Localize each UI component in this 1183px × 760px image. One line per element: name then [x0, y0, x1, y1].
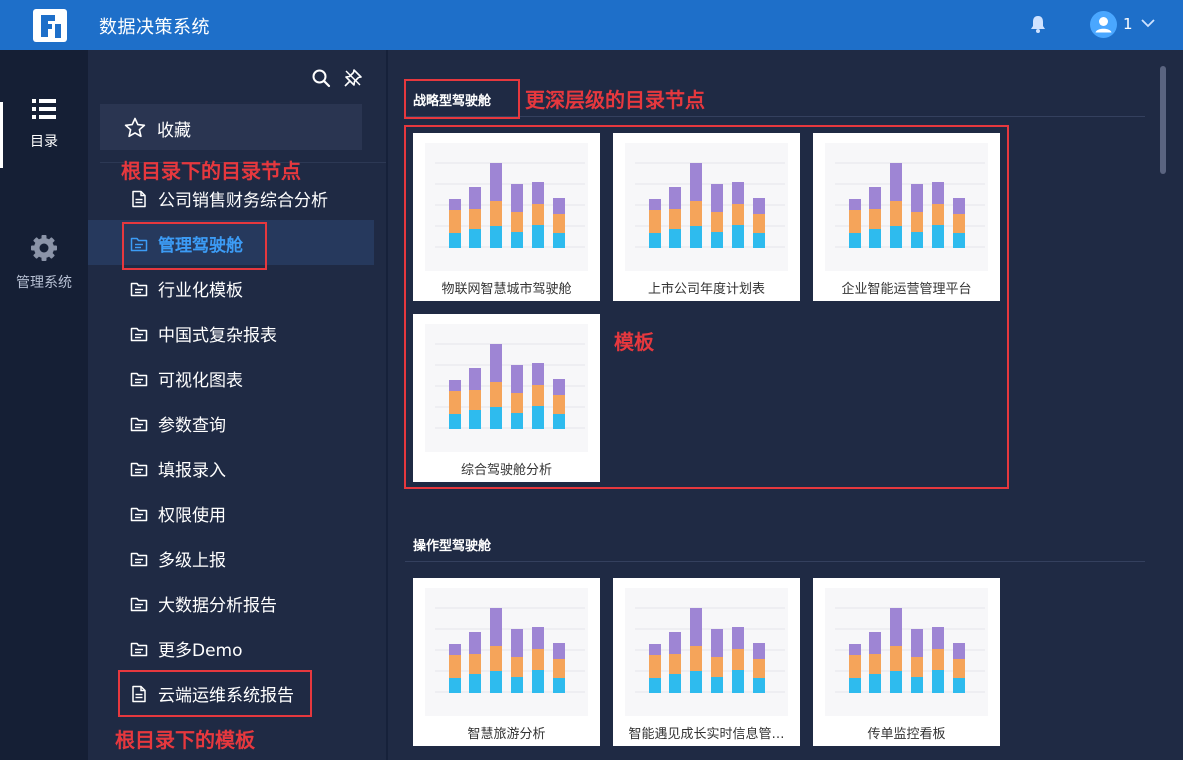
- tree-node-label: 中国式复杂报表: [158, 326, 277, 346]
- tree-node-label: 大数据分析报告: [158, 596, 277, 616]
- folder-icon: [130, 370, 148, 388]
- annotation-label: 模板: [614, 330, 654, 354]
- tree-node-folder[interactable]: 权限使用: [88, 490, 374, 535]
- tree-node-folder[interactable]: 中国式复杂报表: [88, 310, 374, 355]
- file-icon: [130, 685, 148, 703]
- annotation-label: 根目录下的模板: [115, 728, 255, 752]
- app-title: 数据决策系统: [99, 17, 210, 38]
- tree-node-label: 权限使用: [158, 506, 226, 526]
- tree-node-folder[interactable]: 参数查询: [88, 400, 374, 445]
- template-card[interactable]: 企业智能运营管理平台: [813, 133, 1000, 301]
- file-icon: [130, 190, 148, 208]
- tree-node-label: 多级上报: [158, 551, 226, 571]
- pin-icon[interactable]: [343, 68, 363, 88]
- tree-node-label: 行业化模板: [158, 281, 243, 301]
- tree-node-label: 公司销售财务综合分析: [158, 191, 328, 211]
- logo-icon[interactable]: [33, 9, 67, 42]
- template-card[interactable]: 上市公司年度计划表: [613, 133, 800, 301]
- favorites-label: 收藏: [157, 121, 191, 141]
- tree-node-label: 参数查询: [158, 416, 226, 436]
- scrollbar-thumb[interactable]: [1160, 66, 1166, 174]
- main-content: 战略型驾驶舱 物联网智慧城市驾驶舱 上市公司年度计划表 企业智能运营管理平台 综…: [388, 50, 1183, 760]
- folder-icon: [130, 550, 148, 568]
- user-name[interactable]: 1: [1123, 15, 1133, 33]
- rail-item-label: 目录: [30, 134, 58, 150]
- chevron-down-icon[interactable]: [1140, 17, 1156, 29]
- folder-icon: [130, 505, 148, 523]
- template-card-label: 物联网智慧城市驾驶舱: [441, 282, 572, 297]
- section-title: 战略型驾驶舱: [413, 94, 492, 109]
- template-card[interactable]: 智能遇见成长实时信息管…: [613, 578, 800, 746]
- chart-thumbnail: [625, 588, 788, 716]
- tree-node-report[interactable]: 云端运维系统报告: [88, 670, 374, 715]
- section-divider: [405, 116, 1145, 117]
- star-icon: [124, 117, 146, 138]
- chart-thumbnail: [825, 143, 988, 271]
- tree-node-folder[interactable]: 多级上报: [88, 535, 374, 580]
- tree-node-folder-active[interactable]: 管理驾驶舱: [88, 220, 374, 265]
- user-icon: [1095, 17, 1112, 33]
- tree-node-folder[interactable]: 填报录入: [88, 445, 374, 490]
- folder-icon: [130, 640, 148, 658]
- tree-node-label: 可视化图表: [158, 371, 243, 391]
- template-card-label: 智能遇见成长实时信息管…: [628, 727, 785, 742]
- template-card[interactable]: 物联网智慧城市驾驶舱: [413, 133, 600, 301]
- bell-icon[interactable]: [1029, 14, 1047, 34]
- search-icon[interactable]: [311, 68, 331, 88]
- rail-item-admin[interactable]: 管理系统: [0, 234, 88, 292]
- gear-icon: [31, 235, 57, 261]
- template-card[interactable]: 传单监控看板: [813, 578, 1000, 746]
- folder-icon: [130, 460, 148, 478]
- top-bar: 数据决策系统 1: [0, 0, 1183, 50]
- tree-node-folder[interactable]: 大数据分析报告: [88, 580, 374, 625]
- tree-node-folder[interactable]: 可视化图表: [88, 355, 374, 400]
- template-card-label: 智慧旅游分析: [467, 727, 546, 742]
- rail-item-catalog[interactable]: 目录: [0, 97, 88, 151]
- folder-icon: [130, 415, 148, 433]
- chart-thumbnail: [625, 143, 788, 271]
- folder-icon: [130, 595, 148, 613]
- folder-icon: [130, 280, 148, 298]
- tree-node-folder[interactable]: 更多Demo: [88, 625, 374, 670]
- annotation-label: 根目录下的目录节点: [121, 159, 301, 183]
- chart-thumbnail: [425, 588, 588, 716]
- tree-node-folder[interactable]: 行业化模板: [88, 265, 374, 310]
- chart-thumbnail: [825, 588, 988, 716]
- tree-node-label: 云端运维系统报告: [158, 686, 294, 706]
- template-card-label: 企业智能运营管理平台: [841, 282, 972, 297]
- folder-icon: [130, 235, 148, 253]
- folder-icon: [130, 325, 148, 343]
- chart-thumbnail: [425, 324, 588, 452]
- nav-rail: 目录 管理系统: [0, 50, 88, 760]
- template-card-label: 综合驾驶舱分析: [460, 463, 552, 478]
- list-icon: [32, 99, 56, 119]
- template-card[interactable]: 综合驾驶舱分析: [413, 314, 600, 482]
- favorites-item[interactable]: 收藏: [100, 104, 362, 150]
- section-divider: [405, 561, 1145, 562]
- tree-node-label: 管理驾驶舱: [158, 236, 243, 256]
- chart-thumbnail: [425, 143, 588, 271]
- tree-node-label: 填报录入: [158, 461, 226, 481]
- annotation-label: 更深层级的目录节点: [525, 88, 705, 112]
- rail-item-label: 管理系统: [16, 275, 72, 291]
- section-title: 操作型驾驶舱: [413, 539, 492, 554]
- tree-node-label: 更多Demo: [158, 641, 243, 661]
- template-card-label: 传单监控看板: [867, 727, 946, 742]
- template-card[interactable]: 智慧旅游分析: [413, 578, 600, 746]
- user-avatar[interactable]: [1090, 11, 1117, 38]
- template-card-label: 上市公司年度计划表: [647, 282, 765, 297]
